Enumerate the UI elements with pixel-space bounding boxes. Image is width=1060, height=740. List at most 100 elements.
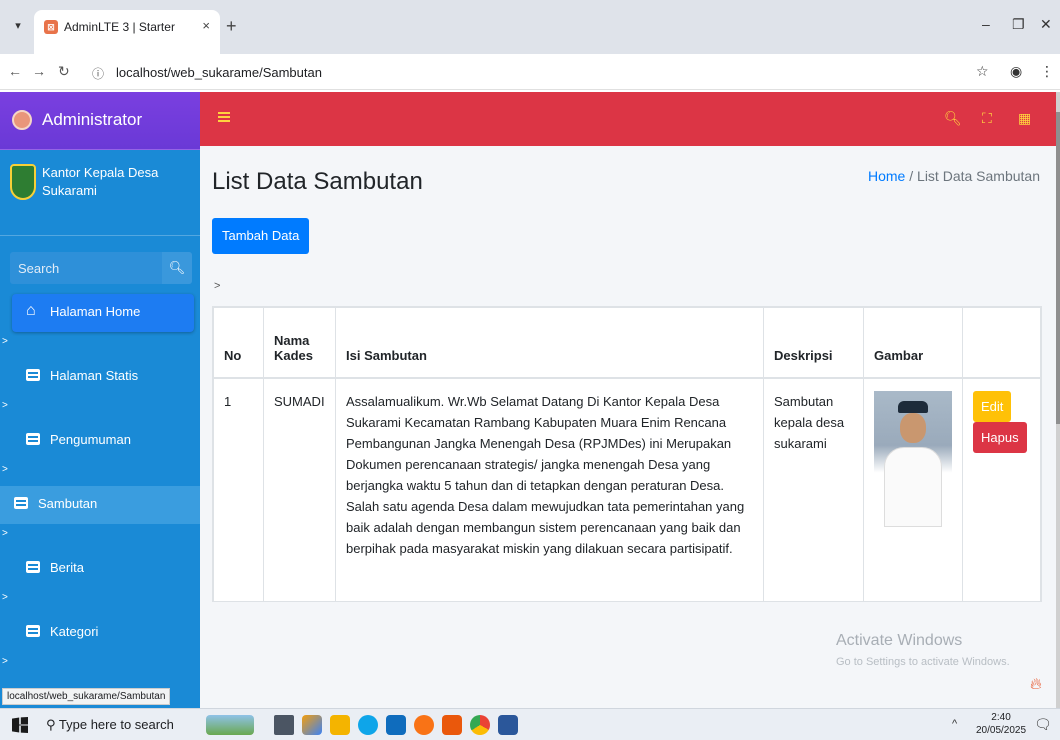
- photo-body-shape: [884, 446, 942, 527]
- chevron-right-icon: >: [2, 400, 8, 411]
- sidebar-item-sambutan-link[interactable]: Sambutan: [0, 486, 200, 524]
- sidebar-item-pengumuman-link[interactable]: Pengumuman: [12, 422, 194, 460]
- cell-isi-sambutan: Assalamualikum. Wr.Wb Selamat Datang Di …: [335, 377, 764, 602]
- table-icon: [26, 625, 40, 637]
- page-title: List Data Sambutan: [212, 168, 423, 195]
- activate-windows-subtext: Go to Settings to activate Windows.: [836, 656, 1010, 668]
- weather-widget-icon[interactable]: [206, 715, 254, 735]
- column-header-actions: [962, 307, 1041, 379]
- reload-icon[interactable]: ↻: [58, 63, 70, 80]
- table-icon: [26, 369, 40, 381]
- brand-text: Administrator: [42, 110, 143, 129]
- chrome-icon[interactable]: [470, 715, 490, 735]
- sidebar-item-halaman-statis[interactable]: Halaman Statis >: [0, 348, 200, 412]
- tab-search-dropdown-icon[interactable]: ▾: [8, 16, 28, 36]
- sidebar-item-berita-link[interactable]: Berita: [12, 550, 194, 588]
- sidebar-item-label: Halaman Home: [50, 304, 141, 319]
- chevron-right-icon: >: [2, 336, 8, 347]
- tray-clock[interactable]: 2:40 20/05/2025: [976, 711, 1026, 737]
- edge-icon[interactable]: [358, 715, 378, 735]
- taskbar-search-icon: ⚲: [46, 717, 59, 732]
- status-bar-url: localhost/web_sukarame/Sambutan: [2, 688, 171, 705]
- breadcrumb-separator: /: [909, 168, 914, 184]
- firefox-icon[interactable]: [414, 715, 434, 735]
- sidebar-item-home-link[interactable]: ⌂ Halaman Home: [12, 294, 194, 332]
- sambutan-table-card: No Nama Kades Isi Sambutan Deskripsi Gam…: [212, 306, 1042, 602]
- cell-no: 1: [213, 377, 264, 602]
- close-window-icon[interactable]: ✕: [1040, 16, 1052, 33]
- sidebar-search-input[interactable]: Search: [18, 261, 59, 276]
- word-icon[interactable]: [498, 715, 518, 735]
- table-header-row: No Nama Kades Isi Sambutan Deskripsi Gam…: [213, 307, 1041, 379]
- breadcrumb: Home / List Data Sambutan: [868, 168, 1040, 184]
- cell-deskripsi: Sambutan kepala desa sukarami: [763, 377, 864, 602]
- sidebar: Administrator Kantor Kepala Desa Sukaram…: [0, 92, 200, 708]
- flame-icon[interactable]: 🔥︎: [1030, 676, 1042, 694]
- sidebar-item-label: Kategori: [50, 624, 99, 639]
- back-icon[interactable]: ←: [8, 63, 22, 79]
- profile-icon[interactable]: ◉: [1010, 63, 1022, 80]
- top-navbar: 🔍︎ ⛶ ▦: [200, 92, 1056, 146]
- url-input[interactable]: localhost/web_sukarame/Sambutan: [116, 65, 322, 80]
- xampp-icon[interactable]: [442, 715, 462, 735]
- photo-cap-shape: [898, 400, 928, 413]
- sidebar-item-kategori-link[interactable]: Kategori: [12, 614, 194, 652]
- chevron-right-icon: >: [2, 464, 8, 475]
- sidebar-item-label: Halaman Statis: [50, 368, 139, 383]
- copilot-icon[interactable]: [302, 715, 322, 735]
- menu-toggle-icon[interactable]: [218, 112, 230, 122]
- taskbar-search[interactable]: ⚲ Type here to search: [46, 717, 174, 733]
- page-scrollbar-thumb[interactable]: [1056, 112, 1060, 424]
- browser-menu-icon[interactable]: ⋮: [1040, 63, 1054, 80]
- edit-button[interactable]: Edit: [973, 390, 1012, 422]
- browser-tab[interactable]: ⊠ AdminLTE 3 | Starter ×: [34, 10, 220, 54]
- sambutan-table: No Nama Kades Isi Sambutan Deskripsi Gam…: [213, 307, 1041, 602]
- windows-start-icon[interactable]: [12, 717, 28, 733]
- tab-favicon-icon: ⊠: [44, 20, 58, 34]
- cell-gambar: [863, 377, 963, 602]
- tab-close-icon[interactable]: ×: [202, 18, 210, 33]
- site-info-icon[interactable]: ⓘ: [92, 65, 104, 82]
- restore-icon[interactable]: ❐: [1012, 16, 1025, 33]
- user-name[interactable]: Kantor Kepala Desa Sukarami: [42, 164, 192, 200]
- notification-icon[interactable]: 🗨︎: [1034, 716, 1052, 733]
- file-explorer-icon[interactable]: [330, 715, 350, 735]
- chevron-right-icon: >: [2, 528, 8, 539]
- task-view-icon[interactable]: [274, 715, 294, 735]
- search-icon[interactable]: 🔍︎: [162, 252, 192, 284]
- activate-windows-watermark: Activate Windows: [836, 632, 963, 649]
- delete-button[interactable]: Hapus: [973, 421, 1027, 453]
- home-icon: ⌂: [26, 302, 36, 319]
- column-header-deskripsi: Deskripsi: [763, 307, 864, 379]
- navbar-search-icon[interactable]: 🔍︎: [944, 110, 962, 127]
- cell-nama-kades: SUMADI: [263, 377, 336, 602]
- sidebar-item-pengumuman[interactable]: Pengumuman >: [0, 412, 200, 476]
- table-icon: [14, 497, 28, 509]
- sidebar-item-berita[interactable]: Berita >: [0, 540, 200, 604]
- browser-tab-bar: ▾ ⊠ AdminLTE 3 | Starter × + – ❐ ✕: [0, 0, 1060, 54]
- table-row: 1 SUMADI Assalamualikum. Wr.Wb Selamat D…: [213, 377, 1041, 602]
- sidebar-item-kategori[interactable]: Kategori >: [0, 604, 200, 668]
- column-header-isi-sambutan: Isi Sambutan: [335, 307, 764, 379]
- bookmark-star-icon[interactable]: ☆: [976, 63, 989, 80]
- address-bar: ← → ↻ ⓘ localhost/web_sukarame/Sambutan …: [0, 54, 1060, 90]
- control-sidebar-icon[interactable]: ▦: [1018, 110, 1031, 127]
- sidebar-item-home[interactable]: ⌂ Halaman Home >: [0, 294, 200, 348]
- breadcrumb-home-link[interactable]: Home: [868, 168, 905, 184]
- outlook-icon[interactable]: [386, 715, 406, 735]
- photo-face-shape: [900, 412, 926, 443]
- fullscreen-icon[interactable]: ⛶: [982, 110, 992, 127]
- sidebar-item-halaman-statis-link[interactable]: Halaman Statis: [12, 358, 194, 396]
- sidebar-item-sambutan[interactable]: Sambutan >: [0, 476, 200, 540]
- add-data-button[interactable]: Tambah Data: [212, 218, 310, 254]
- village-emblem-icon: [10, 164, 36, 200]
- brand-link[interactable]: Administrator: [0, 92, 200, 150]
- new-tab-icon[interactable]: +: [226, 16, 237, 37]
- sidebar-nav: ⌂ Halaman Home > Halaman Statis > Pengum…: [0, 294, 200, 668]
- tab-title: AdminLTE 3 | Starter: [64, 20, 175, 34]
- column-header-nama-kades: Nama Kades: [263, 307, 336, 379]
- minimize-icon[interactable]: –: [982, 16, 990, 32]
- forward-icon[interactable]: →: [32, 63, 46, 79]
- tray-overflow-chevron-icon[interactable]: ^: [952, 718, 957, 730]
- tray-time: 2:40: [991, 712, 1011, 723]
